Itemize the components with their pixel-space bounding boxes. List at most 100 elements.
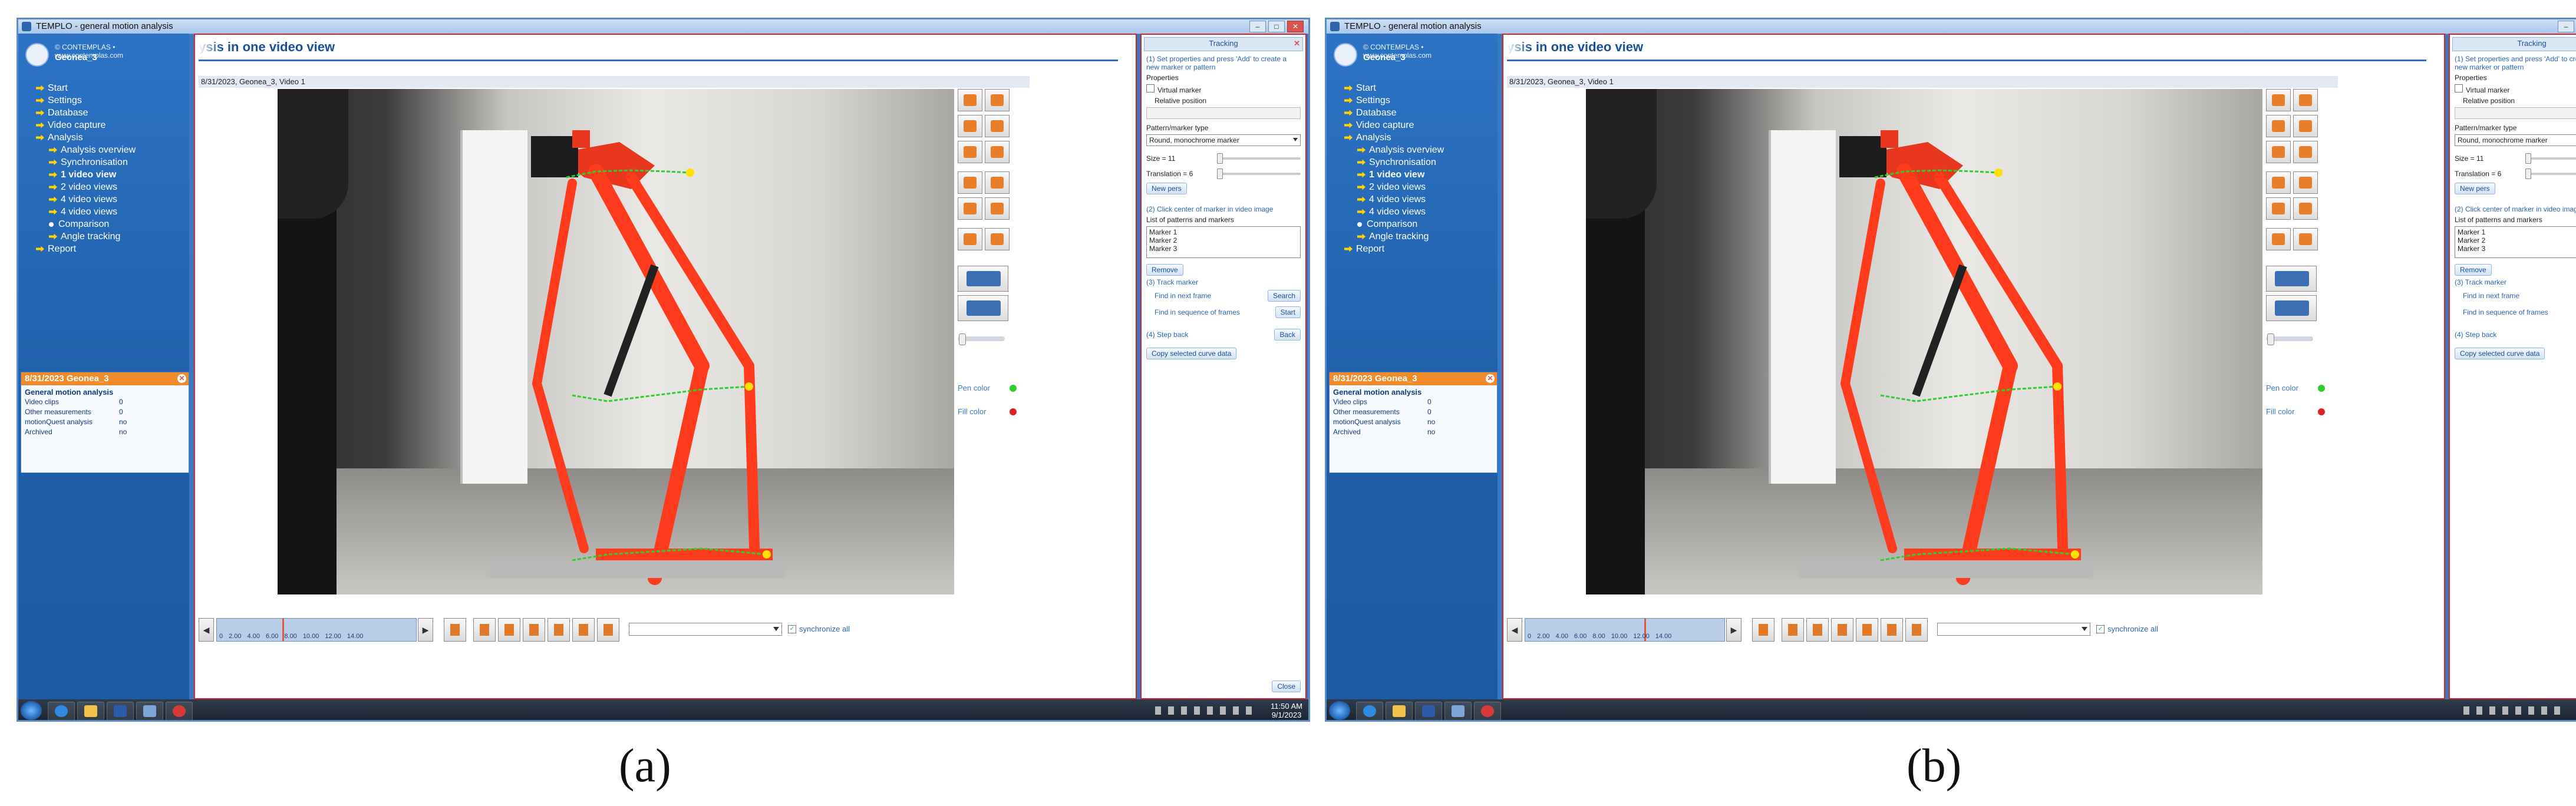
explorer-taskbar-icon[interactable] <box>1386 702 1413 720</box>
camera-tool-button[interactable] <box>958 266 1008 292</box>
recorder-taskbar-icon[interactable] <box>1474 702 1501 720</box>
new-pattern-button[interactable]: New pers <box>2455 183 2495 194</box>
sidebar-item[interactable]: Analysis overview <box>1344 144 1498 156</box>
sidebar-item[interactable]: Database <box>1344 107 1498 119</box>
timeline-right-arrow[interactable]: ▶ <box>418 618 433 642</box>
pen-tool-button[interactable] <box>2266 89 2291 111</box>
translation-slider[interactable] <box>2525 169 2576 179</box>
pattern-type-select[interactable]: Round, monochrome marker <box>2455 134 2576 146</box>
play-button[interactable] <box>1831 618 1853 642</box>
marker-list-item[interactable]: Marker 1 <box>1149 228 1298 236</box>
templo-taskbar-icon[interactable] <box>1444 702 1472 720</box>
sidebar-item[interactable]: 2 video views <box>36 181 189 193</box>
copy-curve-button[interactable]: Copy selected curve data <box>1146 348 1237 359</box>
video-frame[interactable] <box>278 89 954 594</box>
start-menu-icon[interactable] <box>1329 701 1350 720</box>
sidebar-item[interactable]: Angle tracking <box>1344 230 1498 243</box>
sidebar-item[interactable]: Start <box>36 82 189 94</box>
word-taskbar-icon[interactable] <box>1415 702 1442 720</box>
skip-forward-button[interactable] <box>572 618 595 642</box>
recorder-taskbar-icon[interactable] <box>166 702 193 720</box>
angle-pair-tool-button[interactable] <box>985 197 1010 220</box>
video-tool-button[interactable] <box>958 295 1008 321</box>
marker-list-item[interactable]: Marker 1 <box>2458 228 2576 236</box>
synchronize-all-checkbox[interactable]: ✓ <box>2096 625 2105 633</box>
system-tray-icons[interactable] <box>2463 706 2564 715</box>
marker-list-item[interactable]: Marker 2 <box>1149 236 1298 245</box>
skip-back-button[interactable] <box>473 618 496 642</box>
minimize-button[interactable]: – <box>2558 21 2574 32</box>
templo-taskbar-icon[interactable] <box>136 702 163 720</box>
virtual-marker-checkbox[interactable] <box>1146 84 1155 93</box>
system-tray-icons[interactable] <box>1155 706 1255 715</box>
minimize-button[interactable]: – <box>1249 21 1266 32</box>
curve-tool-button[interactable] <box>985 115 1010 137</box>
word-taskbar-icon[interactable] <box>107 702 134 720</box>
ie-taskbar-icon[interactable] <box>48 702 75 720</box>
play-button[interactable] <box>523 618 545 642</box>
marker-list[interactable]: Marker 1 Marker 2 Marker 3 <box>2455 226 2576 258</box>
sidebar-item[interactable]: Report <box>36 243 189 255</box>
remove-button[interactable]: Remove <box>2455 264 2492 276</box>
copy-curve-button[interactable]: Copy selected curve data <box>2455 348 2545 359</box>
synchronize-all-checkbox[interactable]: ✓ <box>788 625 796 633</box>
sidebar-item[interactable]: 4 video views <box>36 193 189 206</box>
close-window-button[interactable]: ✕ <box>1287 21 1304 32</box>
pattern-type-select[interactable]: Round, monochrome marker <box>1146 134 1301 146</box>
sidebar-item[interactable]: Analysis <box>36 131 189 144</box>
pen-tool-button[interactable] <box>958 89 982 111</box>
close-info-icon[interactable]: ✕ <box>1486 374 1495 383</box>
timeline-scrubber[interactable]: 0 2.00 4.00 6.00 8.00 10.00 12.00 14.00 <box>216 618 417 642</box>
pen-color-swatch[interactable] <box>2318 385 2325 392</box>
taskbar-clock[interactable]: 11:50 AM 9/1/2023 <box>1271 702 1302 719</box>
sidebar-item[interactable]: Synchronisation <box>36 156 189 169</box>
fill-color-swatch[interactable] <box>1010 408 1017 415</box>
sidebar-item[interactable]: Settings <box>36 94 189 107</box>
sidebar-item[interactable]: Analysis overview <box>36 144 189 156</box>
sidebar-item[interactable]: 4 video views <box>1344 206 1498 218</box>
ruler-tool-button[interactable] <box>985 171 1010 194</box>
sidebar-item[interactable]: 4 video views <box>1344 193 1498 206</box>
sidebar-item[interactable]: Synchronisation <box>1344 156 1498 169</box>
view-select[interactable] <box>629 623 782 636</box>
fill-color-swatch[interactable] <box>2318 408 2325 415</box>
ie-taskbar-icon[interactable] <box>1356 702 1383 720</box>
marker-list-item[interactable]: Marker 3 <box>1149 245 1298 253</box>
sidebar-item[interactable]: Report <box>1344 243 1498 255</box>
first-frame-button[interactable] <box>1752 618 1774 642</box>
camera-tool-button[interactable] <box>2266 266 2317 292</box>
sidebar-item[interactable]: Start <box>1344 82 1498 94</box>
close-tracking-icon[interactable]: ✕ <box>1294 38 1300 49</box>
angle-tool-button[interactable] <box>2266 197 2291 220</box>
skip-back-button[interactable] <box>1782 618 1804 642</box>
relative-position-select[interactable] <box>1146 107 1301 119</box>
relative-position-select[interactable] <box>2455 107 2576 119</box>
opacity-slider[interactable] <box>2266 333 2313 345</box>
grid-tool-button[interactable] <box>985 141 1010 163</box>
virtual-marker-checkbox[interactable] <box>2455 84 2463 93</box>
sidebar-item[interactable]: 4 video views <box>36 206 189 218</box>
step-forward-button[interactable] <box>1856 618 1878 642</box>
sidebar-item[interactable]: 2 video views <box>1344 181 1498 193</box>
crosshair-tool-button[interactable] <box>2266 141 2291 163</box>
line-tool-button[interactable] <box>2293 89 2318 111</box>
step-forward-button[interactable] <box>547 618 570 642</box>
sidebar-item[interactable]: 1 video view <box>36 169 189 181</box>
line-tool-button[interactable] <box>985 89 1010 111</box>
angle-pair-tool-button[interactable] <box>2293 197 2318 220</box>
sidebar-item[interactable]: Analysis <box>1344 131 1498 144</box>
new-pattern-button[interactable]: New pers <box>1146 183 1187 194</box>
rectangle-tool-button[interactable] <box>2266 115 2291 137</box>
view-select[interactable] <box>1937 623 2090 636</box>
sidebar-item[interactable]: Angle tracking <box>36 230 189 243</box>
sidebar-item[interactable]: Comparison <box>36 218 189 230</box>
size-slider[interactable] <box>1217 153 1301 164</box>
back-button[interactable]: Back <box>1274 329 1301 341</box>
step-back-button[interactable] <box>1806 618 1829 642</box>
marker-list-item[interactable]: Marker 2 <box>2458 236 2576 245</box>
maximize-button[interactable]: □ <box>1268 21 1285 32</box>
remove-button[interactable]: Remove <box>1146 264 1183 276</box>
search-button[interactable]: Search <box>1267 290 1301 302</box>
angle-tool-button[interactable] <box>958 197 982 220</box>
display-tool-button[interactable] <box>2293 228 2318 250</box>
